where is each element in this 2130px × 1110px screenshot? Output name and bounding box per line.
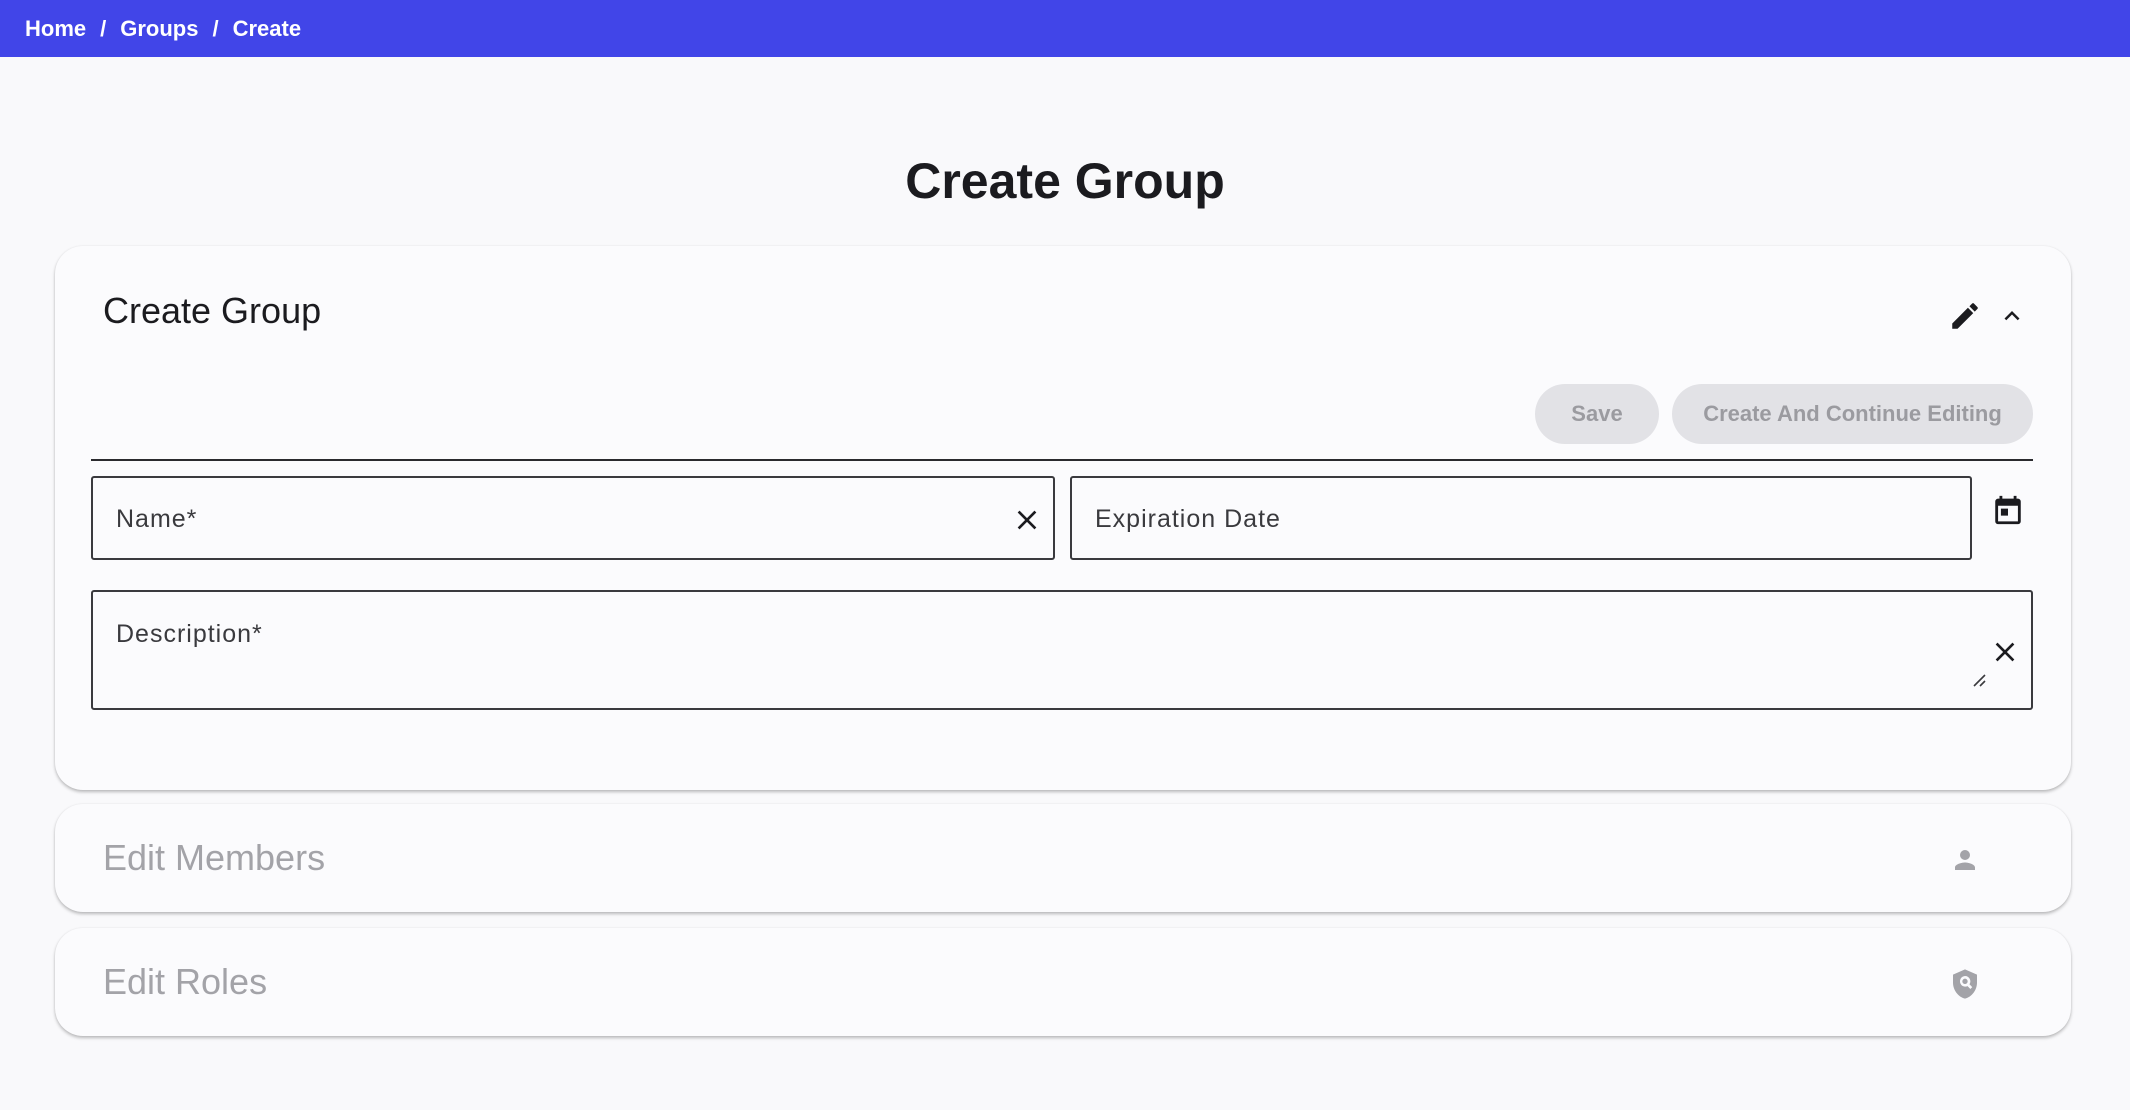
breadcrumb-groups[interactable]: Groups — [120, 16, 198, 42]
description-field-label: Description* — [116, 620, 263, 648]
resize-grip-icon[interactable] — [1971, 672, 1987, 693]
edit-roles-title: Edit Roles — [103, 961, 268, 1002]
create-group-card-title: Create Group — [103, 290, 322, 331]
breadcrumb-current: Create — [232, 15, 302, 41]
divider — [91, 459, 2033, 461]
calendar-icon[interactable] — [1986, 488, 2030, 532]
edit-members-card[interactable]: Edit Members — [55, 804, 2071, 912]
clear-name-close-icon[interactable] — [1011, 504, 1043, 541]
top-navigation-bar: Home / Groups / Create — [0, 0, 2130, 57]
breadcrumb-separator: / — [212, 15, 219, 41]
name-field-label: Name* — [116, 505, 198, 533]
expiration-date-field[interactable]: Expiration Date — [1070, 476, 1972, 560]
person-icon — [1945, 840, 1985, 880]
create-group-card: Create Group Save Create And Continue Ed… — [55, 246, 2071, 790]
breadcrumb-separator: / — [100, 15, 107, 41]
create-and-continue-editing-button[interactable]: Create And Continue Editing — [1672, 384, 2033, 444]
page-title: Create Group — [905, 153, 1225, 209]
save-button[interactable]: Save — [1535, 384, 1659, 444]
expiration-date-label: Expiration Date — [1095, 505, 1281, 533]
edit-members-title: Edit Members — [103, 837, 326, 878]
edit-pencil-icon[interactable] — [1945, 296, 1985, 336]
breadcrumb-home[interactable]: Home — [25, 16, 86, 42]
collapse-chevron-up-icon[interactable] — [1992, 296, 2032, 336]
breadcrumb: Home / Groups / Create — [25, 16, 301, 42]
name-field[interactable]: Name* — [91, 476, 1055, 560]
shield-search-icon — [1945, 964, 1985, 1004]
description-field[interactable]: Description* — [91, 590, 2033, 710]
clear-description-close-icon[interactable] — [1989, 636, 2021, 673]
edit-roles-card[interactable]: Edit Roles — [55, 928, 2071, 1036]
